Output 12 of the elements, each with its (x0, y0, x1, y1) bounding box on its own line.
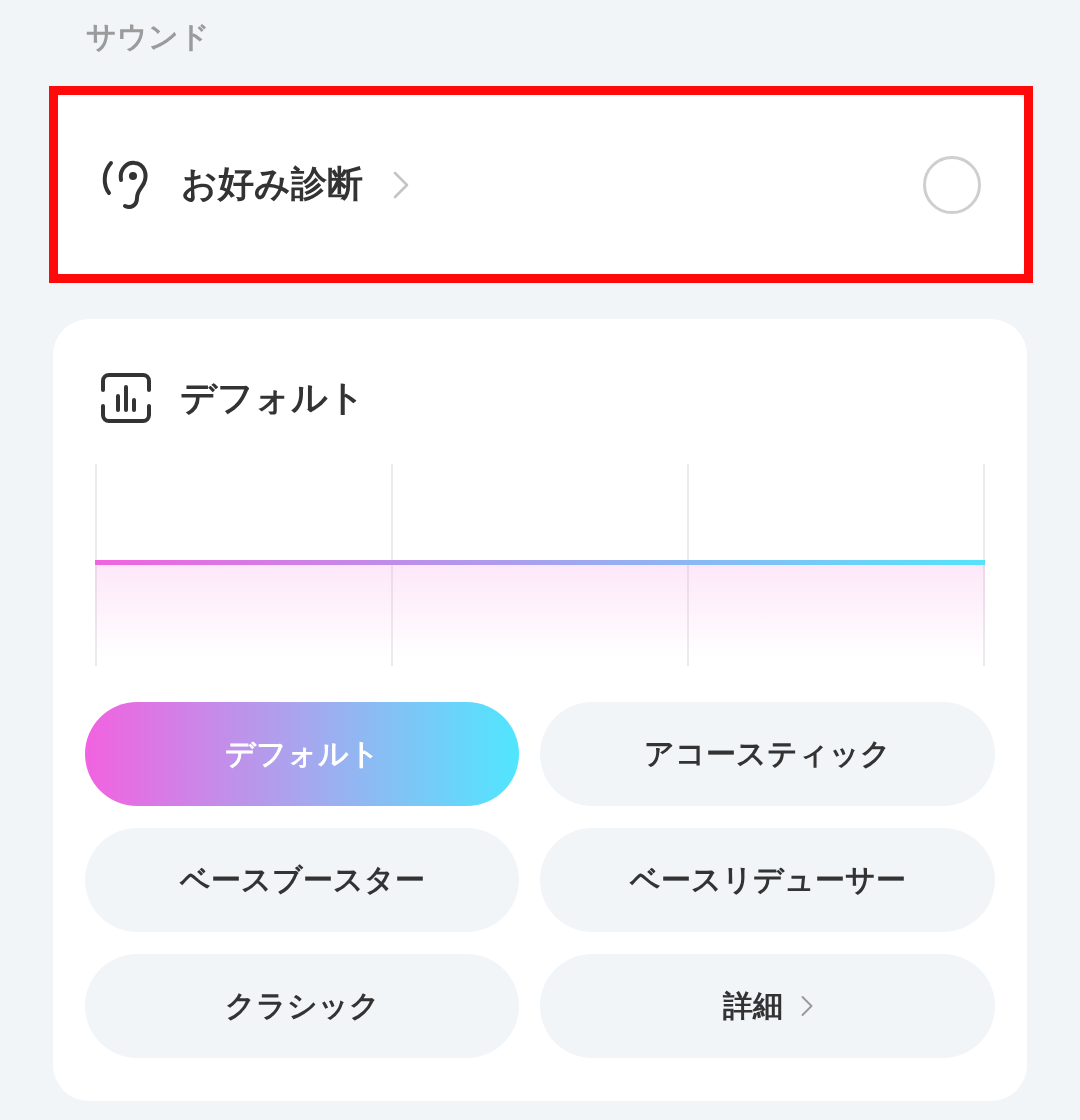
preference-test-label: お好み診断 (181, 162, 363, 206)
details-button[interactable]: 詳細 (540, 954, 995, 1058)
equalizer-icon (100, 372, 152, 424)
chevron-right-icon (393, 170, 409, 199)
preset-title: デフォルト (180, 375, 365, 420)
radio-button[interactable] (923, 155, 981, 214)
preset-button[interactable]: クラシック (85, 954, 519, 1058)
preset-button[interactable]: ベースブースター (85, 828, 519, 932)
chevron-right-icon (800, 995, 813, 1017)
preset-button[interactable]: アコースティック (540, 702, 995, 806)
section-title: サウンド (86, 18, 210, 56)
preset-button[interactable]: ベースリデューサー (540, 828, 995, 932)
